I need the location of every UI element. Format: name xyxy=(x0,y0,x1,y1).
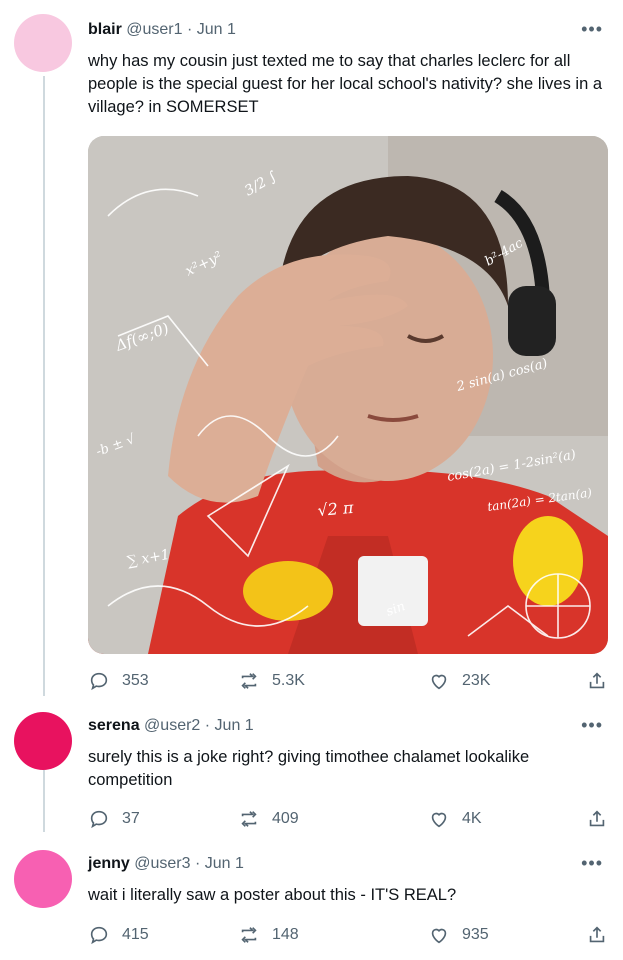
avatar[interactable] xyxy=(14,14,72,72)
tweet-actions: 353 5.3K 23K xyxy=(88,670,608,696)
tweet-header: jenny @user3 · Jun 1 xyxy=(88,854,244,874)
reply-button[interactable]: 37 xyxy=(88,808,140,830)
share-button[interactable] xyxy=(586,808,608,835)
retweet-count: 148 xyxy=(272,926,299,943)
share-button[interactable] xyxy=(586,924,608,951)
retweet-button[interactable]: 148 xyxy=(238,924,299,946)
retweet-icon xyxy=(241,811,257,827)
like-button[interactable]: 23K xyxy=(428,670,490,692)
more-options-icon[interactable]: ••• xyxy=(581,20,603,38)
tweet-2[interactable]: serena @user2 · Jun 1 ••• surely this is… xyxy=(0,700,623,840)
more-options-icon[interactable]: ••• xyxy=(581,716,603,734)
display-name[interactable]: serena xyxy=(88,717,140,734)
reply-icon xyxy=(90,926,108,945)
reply-icon xyxy=(90,672,108,691)
tweet-header: blair @user1 · Jun 1 xyxy=(88,20,236,40)
display-name[interactable]: jenny xyxy=(88,855,130,872)
tweet-text: surely this is a joke right? giving timo… xyxy=(88,748,530,789)
timestamp[interactable]: Jun 1 xyxy=(205,855,244,872)
retweet-button[interactable]: 409 xyxy=(238,808,299,830)
like-count: 935 xyxy=(462,926,489,943)
reply-icon xyxy=(90,810,108,829)
handle[interactable]: @user3 xyxy=(134,855,190,872)
share-icon xyxy=(589,672,605,689)
reply-button[interactable]: 415 xyxy=(88,924,149,946)
heart-icon xyxy=(431,674,447,690)
handle[interactable]: @user2 xyxy=(144,717,200,734)
tweet-photo[interactable]: 2 sin(a) cos(a) cos(2a) = 1-2sin²(a) tan… xyxy=(88,136,608,654)
timestamp[interactable]: Jun 1 xyxy=(197,21,236,38)
heart-icon xyxy=(431,928,447,944)
tweet-actions: 37 409 4K xyxy=(88,808,608,834)
avatar[interactable] xyxy=(14,712,72,770)
like-button[interactable]: 4K xyxy=(428,808,482,830)
more-options-icon[interactable]: ••• xyxy=(581,854,603,872)
photo-illustration: 2 sin(a) cos(a) cos(2a) = 1-2sin²(a) tan… xyxy=(88,136,608,654)
share-icon xyxy=(589,810,605,827)
share-icon xyxy=(589,926,605,943)
share-button[interactable] xyxy=(586,670,608,697)
separator: · xyxy=(186,21,193,38)
retweet-icon xyxy=(241,927,257,943)
like-button[interactable]: 935 xyxy=(428,924,489,946)
tweet-3[interactable]: jenny @user3 · Jun 1 ••• wait i literall… xyxy=(0,840,623,960)
tweet-actions: 415 148 935 xyxy=(88,924,608,950)
retweet-button[interactable]: 5.3K xyxy=(238,670,305,692)
timestamp[interactable]: Jun 1 xyxy=(215,717,254,734)
reply-count: 353 xyxy=(122,672,149,689)
like-count: 4K xyxy=(462,810,482,827)
avatar[interactable] xyxy=(14,850,72,908)
display-name[interactable]: blair xyxy=(88,21,122,38)
separator: · xyxy=(204,717,211,734)
tweet-header: serena @user2 · Jun 1 xyxy=(88,716,254,736)
heart-icon xyxy=(431,812,447,828)
like-count: 23K xyxy=(462,672,491,689)
handle[interactable]: @user1 xyxy=(126,21,182,38)
separator: · xyxy=(194,855,201,872)
tweet-text: wait i literally saw a poster about this… xyxy=(88,886,457,904)
reply-button[interactable]: 353 xyxy=(88,670,149,692)
retweet-count: 409 xyxy=(272,810,299,827)
retweet-count: 5.3K xyxy=(272,672,305,689)
tweet-1[interactable]: blair @user1 · Jun 1 ••• why has my cous… xyxy=(0,0,623,700)
svg-text:√2 π: √2 π xyxy=(317,498,355,520)
reply-count: 37 xyxy=(122,810,140,827)
tweet-text: why has my cousin just texted me to say … xyxy=(88,52,603,116)
reply-count: 415 xyxy=(122,926,149,943)
retweet-icon xyxy=(241,673,257,689)
